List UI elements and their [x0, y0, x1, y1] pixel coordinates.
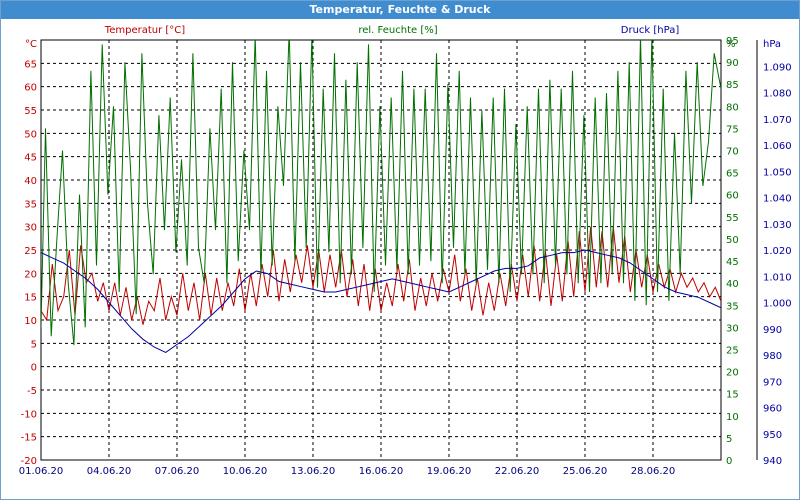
left-tick-label: 45 — [24, 153, 37, 164]
left-tick-label: -5 — [27, 386, 37, 397]
left-tick-label: 30 — [24, 223, 37, 234]
humidity-axis-unit: % — [726, 39, 736, 50]
pressure-tick-label: 1.050 — [763, 167, 792, 178]
humidity-tick-label: 0 — [726, 456, 732, 467]
pressure-tick-label: 1.020 — [763, 246, 792, 257]
left-tick-label: 50 — [24, 129, 37, 140]
left-tick-label: 10 — [24, 316, 37, 327]
humidity-tick-label: 40 — [726, 279, 739, 290]
humidity-tick-label: 85 — [726, 80, 739, 91]
pressure-tick-label: 1.080 — [763, 89, 792, 100]
pressure-axis-unit: hPa — [763, 39, 781, 50]
x-tick-label: 10.06.20 — [223, 466, 268, 477]
left-tick-label: 0 — [31, 363, 37, 374]
humidity-tick-label: 90 — [726, 58, 739, 69]
x-tick-label: 07.06.20 — [155, 466, 200, 477]
pressure-tick-label: 940 — [763, 456, 782, 467]
humidity-axis-title: rel. Feuchte [%] — [358, 25, 437, 36]
pressure-tick-label: 970 — [763, 377, 782, 388]
left-tick-label: -20 — [21, 456, 37, 467]
humidity-tick-label: 35 — [726, 301, 739, 312]
pressure-tick-label: 980 — [763, 351, 782, 362]
x-tick-label: 22.06.20 — [495, 466, 540, 477]
humidity-tick-label: 45 — [726, 257, 739, 268]
x-tick-label: 16.06.20 — [359, 466, 404, 477]
pressure-tick-label: 1.040 — [763, 194, 792, 205]
x-tick-label: 13.06.20 — [291, 466, 336, 477]
x-tick-label: 04.06.20 — [87, 466, 132, 477]
humidity-tick-label: 15 — [726, 390, 739, 401]
humidity-tick-label: 5 — [726, 434, 732, 445]
humidity-tick-label: 70 — [726, 147, 739, 158]
pressure-tick-label: 1.090 — [763, 62, 792, 73]
humidity-tick-label: 55 — [726, 213, 739, 224]
temperature-axis-title: Temperatur [°C] — [104, 25, 185, 36]
pressure-tick-label: 1.070 — [763, 115, 792, 126]
left-tick-label: 65 — [24, 59, 37, 70]
pressure-tick-label: 1.010 — [763, 272, 792, 283]
pressure-tick-label: 960 — [763, 404, 782, 415]
x-tick-label: 28.06.20 — [631, 466, 676, 477]
pressure-tick-label: 950 — [763, 430, 782, 441]
left-tick-label: -10 — [21, 409, 37, 420]
humidity-tick-label: 30 — [726, 323, 739, 334]
chart-canvas: 01.06.20 04.06.20 07.06.20 10.06.20 13.06.20… — [19, 25, 792, 477]
left-tick-label: -15 — [21, 433, 37, 444]
left-tick-label: 40 — [24, 176, 37, 187]
pressure-tick-label: 1.060 — [763, 141, 792, 152]
pressure-tick-label: 1.000 — [763, 299, 792, 310]
humidity-tick-label: 20 — [726, 368, 739, 379]
pressure-axis-title: Druck [hPa] — [621, 25, 680, 36]
left-tick-label: 20 — [24, 269, 37, 280]
humidity-tick-label: 65 — [726, 169, 739, 180]
humidity-tick-label: 75 — [726, 124, 739, 135]
left-tick-label: 60 — [24, 83, 37, 94]
humidity-tick-label: 50 — [726, 235, 739, 246]
left-axis-unit: °C — [25, 39, 37, 50]
left-tick-label: 55 — [24, 106, 37, 117]
x-tick-label: 01.06.20 — [19, 466, 64, 477]
x-tick-label: 25.06.20 — [563, 466, 608, 477]
left-tick-label: 35 — [24, 199, 37, 210]
left-tick-label: 15 — [24, 293, 37, 304]
humidity-tick-label: 60 — [726, 191, 739, 202]
left-tick-label: 5 — [31, 339, 37, 350]
pressure-tick-label: 1.030 — [763, 220, 792, 231]
humidity-tick-label: 25 — [726, 345, 739, 356]
pressure-tick-label: 990 — [763, 325, 782, 336]
humidity-tick-label: 10 — [726, 412, 739, 423]
left-tick-label: 25 — [24, 246, 37, 257]
humidity-tick-label: 80 — [726, 102, 739, 113]
x-tick-label: 19.06.20 — [427, 466, 472, 477]
